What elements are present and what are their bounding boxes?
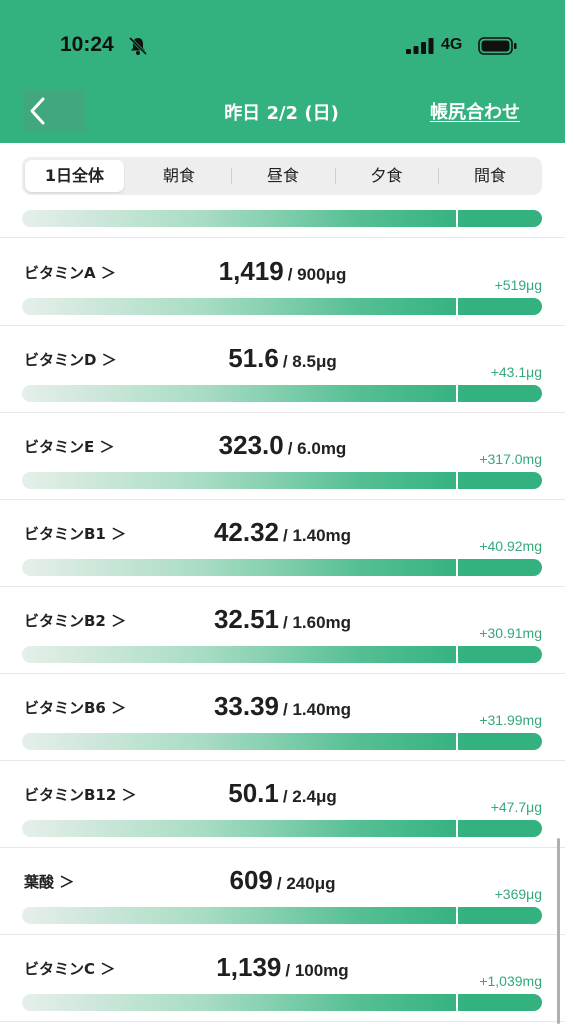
nutrient-row-vitamin-b12[interactable]: ビタミンB12 ＞ 50.1/ 2.4μg +47.7μg <box>0 761 565 848</box>
diff-value: +30.91mg <box>479 625 542 641</box>
diff-value: +519μg <box>494 277 542 293</box>
nutrient-list[interactable]: ビタミンA ＞ 1,419/ 900μg +519μg ビタミンD ＞ 51.6… <box>0 206 565 1024</box>
progress-bar <box>22 472 542 489</box>
intake-value: 609 <box>229 865 273 895</box>
tab-all-day[interactable]: 1日全体 <box>25 160 124 192</box>
target-value: / 240μg <box>276 874 336 893</box>
status-time: 10:24 <box>60 33 114 56</box>
scrollbar[interactable] <box>557 838 560 1024</box>
signal-icon <box>406 38 434 54</box>
target-marker <box>456 733 458 750</box>
nutrient-value: 1,419/ 900μg <box>0 256 565 287</box>
intake-value: 32.51 <box>213 604 280 634</box>
intake-value: 51.6 <box>228 343 279 373</box>
nutrient-value: 51.6/ 8.5μg <box>0 343 565 374</box>
nutrient-row-vitamin-b2[interactable]: ビタミンB2 ＞ 32.51/ 1.60mg +30.91mg <box>0 587 565 674</box>
diff-value: +31.99mg <box>479 712 542 728</box>
intake-value: 50.1 <box>228 778 279 808</box>
diff-value: +317.0mg <box>479 451 542 467</box>
nutrient-value: 609/ 240μg <box>0 865 565 896</box>
target-marker <box>456 559 458 576</box>
meal-tabs: 1日全体 朝食 昼食 夕食 間食 <box>22 157 542 195</box>
target-value: / 8.5μg <box>282 352 337 371</box>
progress-bar <box>22 907 542 924</box>
intake-value: 1,139 <box>216 952 282 982</box>
bell-slash-icon <box>128 36 148 56</box>
target-value: / 6.0mg <box>287 439 347 458</box>
progress-bar <box>22 559 542 576</box>
progress-bar <box>22 820 542 837</box>
nutrient-row-vitamin-b1[interactable]: ビタミンB1 ＞ 42.32/ 1.40mg +40.92mg <box>0 500 565 587</box>
progress-bar <box>22 298 542 315</box>
diff-value: +47.7μg <box>490 799 542 815</box>
target-marker <box>456 385 458 402</box>
app-header: 10:24 4G 昨日 2/2 (日) 帳尻合わせ <box>0 0 565 143</box>
target-marker <box>456 646 458 663</box>
nutrient-row-vitamin-b6[interactable]: ビタミンB6 ＞ 33.39/ 1.40mg +31.99mg <box>0 674 565 761</box>
target-marker <box>456 210 458 227</box>
target-value: / 1.40mg <box>283 526 352 545</box>
progress-bar <box>22 210 542 227</box>
intake-value: 42.32 <box>213 517 280 547</box>
target-value: / 900μg <box>287 265 347 284</box>
reconcile-link[interactable]: 帳尻合わせ <box>430 98 520 124</box>
nutrient-row-vitamin-e[interactable]: ビタミンE ＞ 323.0/ 6.0mg +317.0mg <box>0 413 565 500</box>
intake-value: 1,419 <box>218 256 284 286</box>
target-marker <box>456 907 458 924</box>
target-marker <box>456 994 458 1011</box>
target-value: / 1.60mg <box>283 613 352 632</box>
intake-value: 323.0 <box>218 430 284 460</box>
battery-icon <box>478 37 517 55</box>
target-value: / 2.4μg <box>282 787 337 806</box>
progress-bar <box>22 733 542 750</box>
nutrient-row-vitamin-c[interactable]: ビタミンC ＞ 1,139/ 100mg +1,039mg <box>0 935 565 1022</box>
target-marker <box>456 472 458 489</box>
intake-value: 33.39 <box>213 691 280 721</box>
tab-lunch[interactable]: 昼食 <box>231 157 335 195</box>
target-marker <box>456 298 458 315</box>
nutrient-row-folate[interactable]: 葉酸 ＞ 609/ 240μg +369μg <box>0 848 565 935</box>
diff-value: +40.92mg <box>479 538 542 554</box>
nutrient-value: 50.1/ 2.4μg <box>0 778 565 809</box>
target-value: / 1.40mg <box>283 700 352 719</box>
tab-breakfast[interactable]: 朝食 <box>127 157 231 195</box>
diff-value: +43.1μg <box>490 364 542 380</box>
nutrient-row-vitamin-d[interactable]: ビタミンD ＞ 51.6/ 8.5μg +43.1μg <box>0 326 565 413</box>
network-type: 4G <box>441 36 463 53</box>
list-item-partial <box>0 206 565 238</box>
progress-bar <box>22 646 542 663</box>
progress-bar <box>22 994 542 1011</box>
tab-dinner[interactable]: 夕食 <box>335 157 438 195</box>
diff-value: +369μg <box>494 886 542 902</box>
diff-value: +1,039mg <box>479 973 542 989</box>
progress-bar <box>22 385 542 402</box>
tab-snack[interactable]: 間食 <box>438 157 542 195</box>
target-value: / 100mg <box>285 961 349 980</box>
nutrient-row-vitamin-a[interactable]: ビタミンA ＞ 1,419/ 900μg +519μg <box>0 239 565 326</box>
target-marker <box>456 820 458 837</box>
